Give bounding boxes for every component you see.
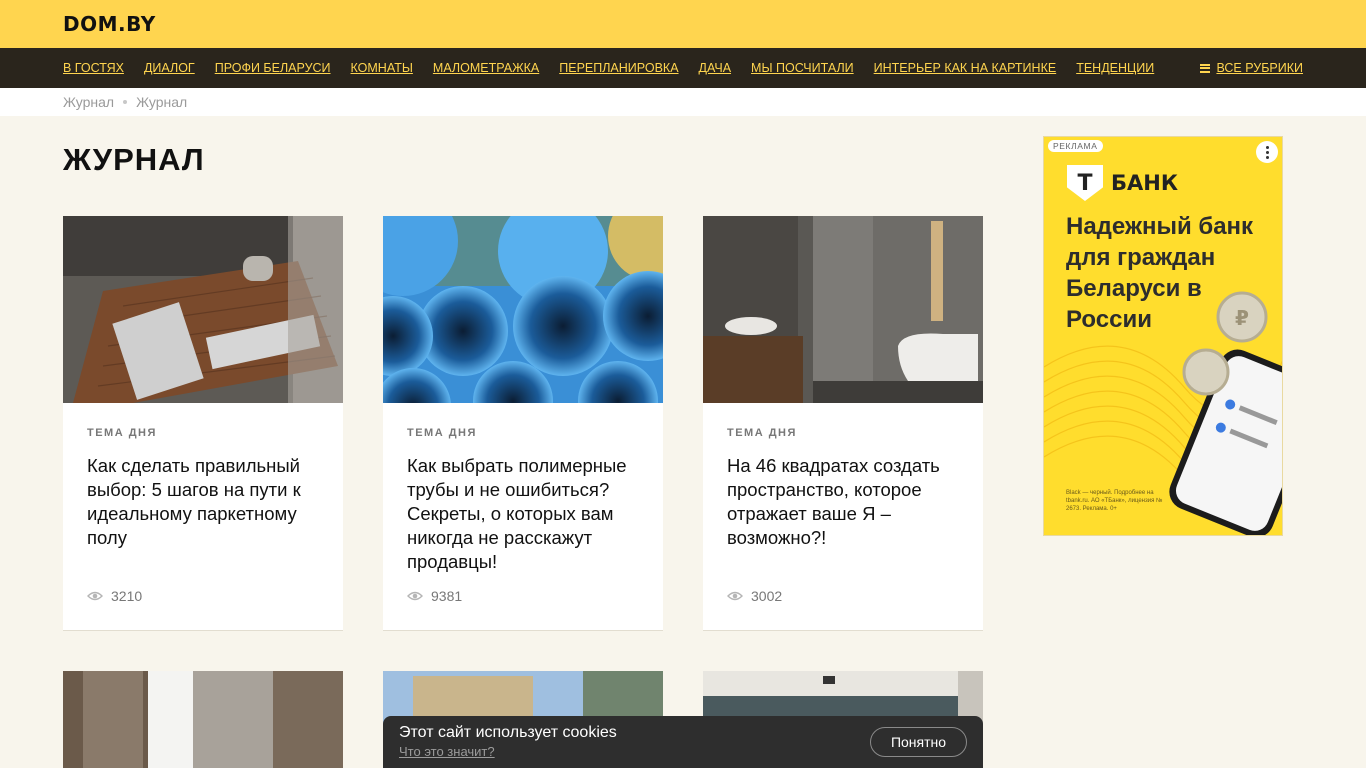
article-image-parquet[interactable] — [63, 216, 343, 403]
cookie-banner: Этот сайт использует cookies Что это зна… — [383, 716, 983, 768]
nav-item-interior-picture[interactable]: ИНТЕРЬЕР КАК НА КАРТИНКЕ — [874, 61, 1057, 75]
all-rubrics-label: ВСЕ РУБРИКИ — [1216, 61, 1303, 75]
breadcrumb-item[interactable]: Журнал — [63, 94, 114, 110]
eye-icon — [407, 591, 423, 601]
article-image-bathroom[interactable] — [703, 216, 983, 403]
cookie-info-link[interactable]: Что это значит? — [399, 744, 495, 759]
top-header: DOM.BY — [0, 0, 1366, 48]
article-card[interactable]: ТЕМА ДНЯ На 46 квадратах создать простра… — [703, 216, 983, 631]
card-tag[interactable]: ТЕМА ДНЯ — [407, 427, 639, 439]
nav-item-dialog[interactable]: ДИАЛОГ — [144, 61, 195, 75]
card-tag[interactable]: ТЕМА ДНЯ — [87, 427, 319, 439]
view-count: 9381 — [407, 588, 462, 604]
all-rubrics-button[interactable]: ВСЕ РУБРИКИ — [1200, 48, 1303, 88]
card-title[interactable]: Как выбрать полимерные трубы и не ошибит… — [407, 454, 639, 574]
nav-item-dacha[interactable]: ДАЧА — [699, 61, 732, 75]
nav-item-replanning[interactable]: ПЕРЕПЛАНИРОВКА — [559, 61, 678, 75]
breadcrumb-bar: Журнал Журнал — [0, 88, 1366, 116]
card-title[interactable]: На 46 квадратах создать пространство, ко… — [727, 454, 959, 550]
card-body: ТЕМА ДНЯ Как выбрать полимерные трубы и … — [383, 403, 663, 630]
page-title: ЖУРНАЛ — [63, 142, 205, 177]
nav-item-v-gostyah[interactable]: В ГОСТЯХ — [63, 61, 124, 75]
view-count: 3210 — [87, 588, 142, 604]
nav-item-trends[interactable]: ТЕНДЕНЦИИ — [1076, 61, 1154, 75]
ad-more-icon[interactable] — [1256, 141, 1278, 163]
breadcrumb: Журнал Журнал — [63, 88, 187, 116]
nav-list: В ГОСТЯХ ДИАЛОГ ПРОФИ БЕЛАРУСИ КОМНАТЫ М… — [63, 48, 1174, 88]
eye-icon — [727, 591, 743, 601]
view-count: 3002 — [727, 588, 782, 604]
article-card[interactable] — [63, 671, 343, 768]
article-image-curtains[interactable] — [63, 671, 343, 768]
card-title[interactable]: Как сделать правильный выбор: 5 шагов на… — [87, 454, 319, 550]
nav-item-calculated[interactable]: МЫ ПОСЧИТАЛИ — [751, 61, 854, 75]
ad-fine-print: Black — черный. Подробнее на tbank.ru. А… — [1066, 490, 1163, 512]
article-card[interactable]: ТЕМА ДНЯ Как выбрать полимерные трубы и … — [383, 216, 663, 631]
view-count-value: 3210 — [111, 588, 143, 604]
ad-label: РЕКЛАМА — [1048, 140, 1103, 152]
breadcrumb-current: Журнал — [136, 94, 188, 110]
site-logo[interactable]: DOM.BY — [63, 12, 156, 36]
article-card[interactable]: ТЕМА ДНЯ Как сделать правильный выбор: 5… — [63, 216, 343, 631]
card-tag[interactable]: ТЕМА ДНЯ — [727, 427, 959, 439]
ad-brand-logo: Т БАНК — [1067, 165, 1178, 201]
nav-item-rooms[interactable]: КОМНАТЫ — [351, 61, 413, 75]
ad-brand-name: БАНК — [1111, 171, 1178, 195]
nav-item-profi[interactable]: ПРОФИ БЕЛАРУСИ — [215, 61, 331, 75]
view-count-value: 9381 — [431, 588, 463, 604]
view-count-value: 3002 — [751, 588, 783, 604]
nav-item-small-flats[interactable]: МАЛОМЕТРАЖКА — [433, 61, 539, 75]
card-body: ТЕМА ДНЯ На 46 квадратах создать простра… — [703, 403, 983, 630]
article-image-pipes[interactable] — [383, 216, 663, 403]
breadcrumb-separator — [123, 100, 128, 104]
ad-banner[interactable]: ₽ РЕКЛАМА Т БАНК Надежный банк для гражд… — [1043, 136, 1283, 536]
main-nav: В ГОСТЯХ ДИАЛОГ ПРОФИ БЕЛАРУСИ КОМНАТЫ М… — [0, 48, 1366, 88]
ad-headline: Надежный банк для граждан Беларуси в Рос… — [1066, 213, 1254, 333]
cookie-text: Этот сайт использует cookies — [399, 724, 617, 741]
cookie-accept-button[interactable]: Понятно — [870, 727, 967, 757]
eye-icon — [87, 591, 103, 601]
hamburger-icon — [1200, 63, 1211, 73]
bank-shield-icon: Т — [1067, 165, 1103, 201]
card-body: ТЕМА ДНЯ Как сделать правильный выбор: 5… — [63, 403, 343, 630]
